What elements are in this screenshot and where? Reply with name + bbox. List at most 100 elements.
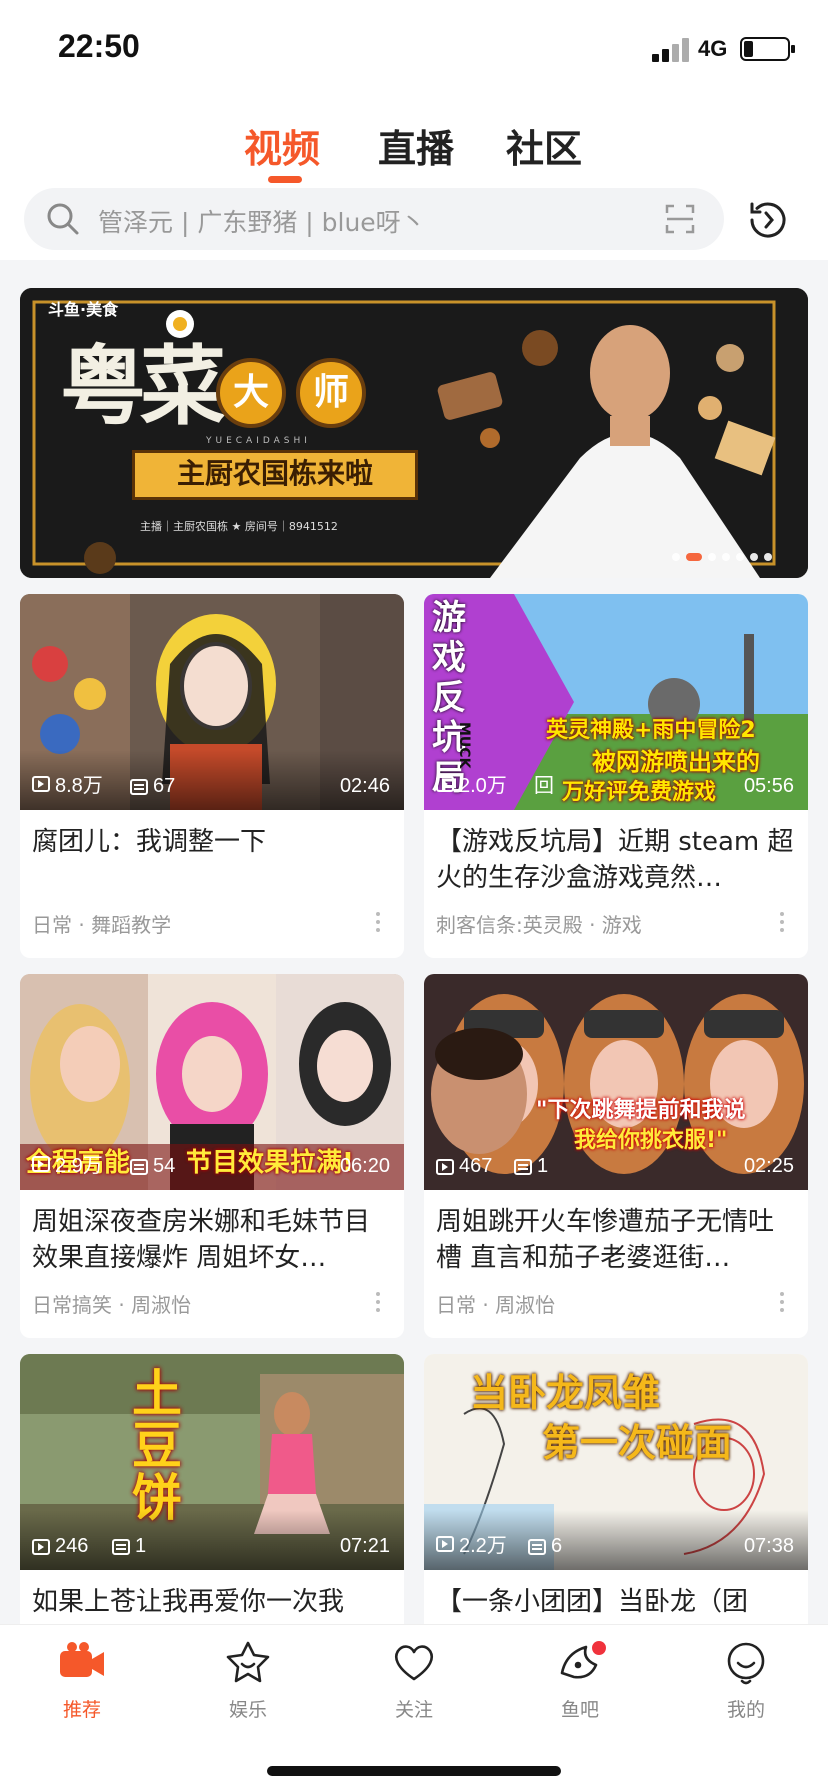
video-duration: 02:25 (743, 1155, 794, 1177)
comment-icon (528, 1538, 546, 1555)
notification-badge (592, 1641, 606, 1655)
tabbar-item-entertainment[interactable]: 娱乐 (198, 1639, 298, 1722)
video-title: 周姐跳开火车惨遭茄子无情吐槽 直言和茄子老婆逛街… (436, 1207, 775, 1273)
carousel-dot[interactable] (736, 553, 744, 561)
carousel-dot[interactable] (686, 553, 702, 561)
comment-count: 67 (130, 775, 175, 798)
view-count-text: 2.9万 (55, 1155, 103, 1177)
history-icon[interactable] (744, 196, 792, 244)
view-count: 246 (32, 1535, 88, 1558)
video-meta: 日常 · 周淑怡 (436, 1293, 556, 1317)
comment-count: 6 (528, 1535, 562, 1558)
tabbar-item-fishbar[interactable]: 鱼吧 (530, 1639, 630, 1722)
search-bar[interactable]: 管泽元 | 广东野猪 | blue呀丶 (24, 188, 724, 250)
view-count-text: 2.0万 (459, 775, 507, 797)
banner-pinyin: YUECAIDASHI (206, 436, 311, 446)
video-title: 腐团儿：我调整一下 (32, 827, 267, 857)
status-time: 22:50 (58, 28, 140, 64)
thumbnail-caption-1: "下次跳舞提前和我说 (536, 1098, 746, 1123)
tabbar-label: 娱乐 (228, 1699, 267, 1721)
comment-count-text: 1 (135, 1535, 147, 1557)
carousel-dot[interactable] (672, 553, 680, 561)
overlay-char: 土 (132, 1365, 182, 1423)
comment-count: 1 (514, 1155, 548, 1178)
more-options-icon[interactable] (376, 912, 382, 938)
video-thumbnail: 8.8万 67 02:46 (20, 594, 404, 810)
video-duration: 07:21 (339, 1535, 390, 1557)
tab-community[interactable]: 社区 (506, 118, 582, 173)
video-thumbnail: 全程高能 节目效果拉满! 2.9万 54 06:20 (20, 974, 404, 1190)
tabbar-item-mine[interactable]: 我的 (696, 1639, 796, 1722)
view-count: 2.0万 (436, 769, 507, 798)
video-thumbnail: "下次跳舞提前和我说 我给你挑衣服!" 467 1 02:25 (424, 974, 808, 1190)
comment-icon (130, 1158, 148, 1175)
carousel-dot[interactable] (764, 553, 772, 561)
tabbar-item-recommend[interactable]: 推荐 (32, 1639, 132, 1722)
thumbnail-game-name: MUCK (456, 722, 472, 769)
view-count: 467 (436, 1155, 492, 1178)
tabbar-label: 关注 (394, 1699, 433, 1721)
video-duration: 06:20 (339, 1155, 390, 1177)
video-title: 周姐深夜查房米娜和毛妹节目效果直接爆炸 周姐坏女… (32, 1207, 371, 1273)
video-meta: 刺客信条:英灵殿 · 游戏 (436, 913, 642, 937)
thumbnail-caption-2: 节目效果拉满! (186, 1148, 354, 1178)
overlay-char: 反 (432, 678, 466, 718)
view-count: 2.9万 (32, 1149, 103, 1178)
thumbnail-caption-2: 第一次碰面 (542, 1421, 733, 1465)
carousel-dot[interactable] (750, 553, 758, 561)
video-card[interactable]: 8.8万 67 02:46 腐团儿：我调整一下 日常 · 舞蹈教学 (20, 594, 404, 958)
carousel-dots[interactable] (672, 546, 778, 565)
more-options-icon[interactable] (780, 912, 786, 938)
profile-icon (727, 1642, 765, 1685)
video-card[interactable]: 游 戏 反 坑 局 MUCK 英灵神殿+雨中冒险2 被网游喷出来的 万好评免费游… (424, 594, 808, 958)
video-thumbnail: 土 豆 饼 246 1 07:21 (20, 1354, 404, 1570)
play-icon (436, 1158, 454, 1175)
play-icon (436, 775, 454, 792)
comment-count-text: 6 (551, 1535, 563, 1557)
tab-video[interactable]: 视频 (244, 118, 320, 173)
carousel-dot[interactable] (708, 553, 716, 561)
video-title: 如果上苍让我再爱你一次我 (32, 1587, 345, 1617)
video-thumbnail: 当卧龙凤雏 第一次碰面 2.2万 6 07:38 (424, 1354, 808, 1570)
more-options-icon[interactable] (780, 1292, 786, 1318)
comment-count-text: 回 (534, 775, 554, 797)
tabbar-item-follow[interactable]: 关注 (364, 1639, 464, 1722)
view-count: 2.2万 (436, 1529, 507, 1558)
more-options-icon[interactable] (376, 1292, 382, 1318)
signal-icon (652, 38, 692, 62)
star-face-icon (226, 1641, 270, 1683)
comment-count: 54 (130, 1155, 175, 1178)
thumbnail-caption-1: 英灵神殿+雨中冒险2 (546, 718, 756, 743)
home-indicator[interactable] (267, 1766, 561, 1776)
view-count: 8.8万 (32, 769, 103, 798)
comment-icon (130, 778, 148, 795)
video-title: 【游戏反坑局】近期 steam 超火的生存沙盒游戏竟然… (436, 827, 794, 893)
video-thumbnail: 游 戏 反 坑 局 MUCK 英灵神殿+雨中冒险2 被网游喷出来的 万好评免费游… (424, 594, 808, 810)
thumbnail-vertical-title: 土 豆 饼 (132, 1368, 192, 1524)
tab-live[interactable]: 直播 (378, 118, 454, 173)
carousel-dot[interactable] (722, 553, 730, 561)
video-card[interactable]: "下次跳舞提前和我说 我给你挑衣服!" 467 1 02:25 周姐跳开火车惨遭… (424, 974, 808, 1338)
top-header: 视频 直播 社区 管泽元 | 广东野猪 | blue呀丶 (0, 100, 828, 260)
banner-ribbon: 主厨农国栋来啦 (132, 450, 418, 500)
promo-banner[interactable]: 斗鱼·美食 粤菜 大 师 YUECAIDASHI 主厨农国栋来啦 主播｜主厨农国… (20, 288, 808, 578)
video-meta: 日常搞笑 · 周淑怡 (32, 1293, 192, 1317)
banner-info: 主播｜主厨农国栋 ★ 房间号｜8941512 (140, 520, 338, 533)
network-label: 4G (698, 36, 728, 61)
video-title: 【一条小团团】当卧龙（团 (436, 1587, 749, 1617)
tabbar-label: 我的 (726, 1699, 765, 1721)
play-icon (32, 1538, 50, 1555)
video-meta: 日常 · 舞蹈教学 (32, 913, 172, 937)
video-card[interactable]: 全程高能 节目效果拉满! 2.9万 54 06:20 周姐深夜查房米娜和毛妹节目… (20, 974, 404, 1338)
thumbnail-caption-1: 当卧龙凤雏 (470, 1371, 661, 1415)
scan-icon[interactable] (664, 203, 696, 235)
overlay-char: 豆 (132, 1417, 182, 1475)
comment-count: 回 (534, 769, 554, 798)
overlay-char: 戏 (432, 638, 466, 678)
comment-count: 1 (112, 1535, 146, 1558)
play-icon (32, 775, 50, 792)
active-tab-indicator (268, 176, 302, 183)
status-bar: 22:50 4G (0, 0, 828, 100)
banner-circle-1: 大 (216, 358, 286, 428)
play-icon (32, 1155, 50, 1172)
